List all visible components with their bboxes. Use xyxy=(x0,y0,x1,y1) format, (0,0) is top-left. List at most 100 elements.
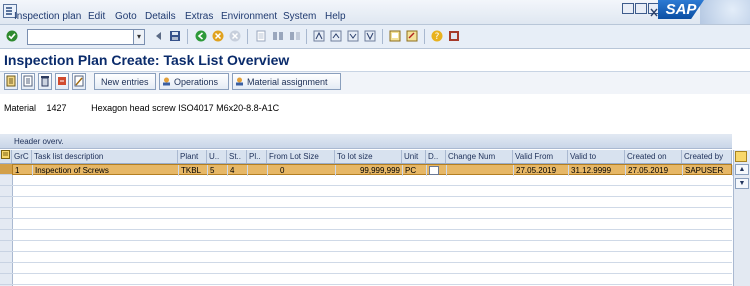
select-all-icon[interactable] xyxy=(0,150,12,163)
scroll-up-icon[interactable]: ▲ xyxy=(735,164,749,175)
table-row[interactable] xyxy=(12,197,732,208)
material-assignment-icon xyxy=(236,77,243,86)
trash-icon xyxy=(41,76,49,87)
material-assignment-button[interactable]: Material assignment xyxy=(232,73,341,90)
back-icon[interactable] xyxy=(195,30,207,42)
column-unit[interactable]: Unit xyxy=(402,150,426,163)
table-settings-icon[interactable] xyxy=(735,151,747,162)
edit-icon xyxy=(74,75,84,87)
column-usage[interactable]: U.. xyxy=(207,150,227,163)
column-grc[interactable]: GrC xyxy=(12,150,32,163)
row-selector[interactable] xyxy=(0,186,12,197)
help-icon[interactable]: ? xyxy=(431,30,443,42)
column-from-lot-size[interactable]: From Lot Size xyxy=(267,150,335,163)
restore-icon[interactable] xyxy=(635,3,647,14)
material-info: Material 1427 Hexagon head screw ISO4017… xyxy=(4,103,279,113)
customize-layout-icon[interactable] xyxy=(448,30,460,42)
copy-as-button[interactable] xyxy=(21,73,35,90)
column-to-lot-size[interactable]: To lot size xyxy=(335,150,402,163)
row-selector[interactable] xyxy=(0,252,12,263)
material-number: 1427 xyxy=(46,103,67,113)
table-row[interactable] xyxy=(12,274,732,285)
table-row[interactable] xyxy=(12,230,732,241)
row-selector[interactable] xyxy=(0,230,12,241)
menu-environment[interactable]: Environment xyxy=(221,11,277,22)
new-entries-button[interactable]: New entries xyxy=(94,73,156,90)
table-row[interactable] xyxy=(12,241,732,252)
separator xyxy=(187,29,188,44)
column-change-num[interactable]: Change Num xyxy=(446,150,513,163)
material-description: Hexagon head screw ISO4017 M6x20-8.8-A1C xyxy=(91,103,280,113)
table-row[interactable] xyxy=(12,208,732,219)
menu-extras[interactable]: Extras xyxy=(185,11,213,22)
table-row[interactable] xyxy=(12,263,732,274)
column-plant[interactable]: Plant xyxy=(178,150,207,163)
edit-button[interactable] xyxy=(72,73,86,90)
enter-icon[interactable] xyxy=(6,30,18,42)
undo-icon xyxy=(58,77,66,85)
minimize-icon[interactable] xyxy=(622,3,634,14)
last-page-icon[interactable] xyxy=(364,30,376,42)
row-selector[interactable] xyxy=(0,208,12,219)
sap-swirl-graphic xyxy=(700,0,750,24)
sap-logo: SAP xyxy=(658,0,704,19)
details-icon xyxy=(6,75,16,87)
row-selector[interactable] xyxy=(0,241,12,252)
column-created-on[interactable]: Created on xyxy=(625,150,682,163)
deletion-checkbox[interactable] xyxy=(429,166,439,175)
column-valid-from[interactable]: Valid From xyxy=(513,150,568,163)
table-row[interactable] xyxy=(12,219,732,230)
row-selector[interactable] xyxy=(0,164,12,175)
create-session-icon[interactable] xyxy=(389,30,401,42)
scroll-down-icon[interactable]: ▼ xyxy=(735,178,749,189)
separator xyxy=(247,29,248,44)
undo-button[interactable] xyxy=(55,73,69,90)
table-row[interactable] xyxy=(12,252,732,263)
shortcut-icon[interactable] xyxy=(406,30,418,42)
task-list-table: Header overv. GrC Task list description … xyxy=(0,134,750,286)
row-selector[interactable] xyxy=(0,197,12,208)
column-valid-to[interactable]: Valid to xyxy=(568,150,625,163)
details-button[interactable] xyxy=(4,73,18,90)
cancel-icon[interactable] xyxy=(229,30,241,42)
column-status[interactable]: St.. xyxy=(227,150,247,163)
menu-inspection-plan[interactable]: Inspection plan xyxy=(14,11,81,22)
page-title: Inspection Plan Create: Task List Overvi… xyxy=(4,52,290,68)
command-field[interactable] xyxy=(27,29,141,45)
previous-page-icon[interactable] xyxy=(330,30,342,42)
new-entries-label: New entries xyxy=(101,77,149,87)
separator xyxy=(306,29,307,44)
menu-details[interactable]: Details xyxy=(145,11,176,22)
row-selector[interactable] xyxy=(0,274,12,285)
print-icon[interactable] xyxy=(255,30,267,42)
table-row[interactable] xyxy=(12,175,732,186)
row-selector[interactable] xyxy=(0,175,12,186)
column-planner[interactable]: Pl.. xyxy=(247,150,267,163)
row-selector[interactable] xyxy=(0,263,12,274)
menu-help[interactable]: Help xyxy=(325,11,346,22)
next-page-icon[interactable] xyxy=(347,30,359,42)
back-arrow-icon[interactable] xyxy=(153,30,165,42)
find-icon[interactable] xyxy=(272,30,284,42)
table-row[interactable]: 1 Inspection of Screws TKBL 5 4 0 99,999… xyxy=(12,164,733,176)
find-next-icon[interactable] xyxy=(289,30,301,42)
separator xyxy=(382,29,383,44)
menu-system[interactable]: System xyxy=(283,11,316,22)
delete-button[interactable] xyxy=(38,73,52,90)
vertical-scrollbar[interactable]: ▲ ▼ xyxy=(733,150,750,286)
operations-button[interactable]: Operations xyxy=(159,73,229,90)
save-icon[interactable] xyxy=(169,30,181,42)
menu-goto[interactable]: Goto xyxy=(115,11,137,22)
column-description[interactable]: Task list description xyxy=(32,150,178,163)
column-deletion[interactable]: D.. xyxy=(426,150,446,163)
command-dropdown-icon[interactable]: ▾ xyxy=(133,29,145,45)
exit-icon[interactable] xyxy=(212,30,224,42)
column-created-by[interactable]: Created by xyxy=(682,150,732,163)
table-row[interactable] xyxy=(12,186,732,197)
row-selector[interactable] xyxy=(0,219,12,230)
copy-icon xyxy=(23,75,33,87)
operations-icon xyxy=(163,77,170,86)
menu-edit[interactable]: Edit xyxy=(88,11,105,22)
standard-toolbar: ▾ ? xyxy=(0,25,750,49)
first-page-icon[interactable] xyxy=(313,30,325,42)
